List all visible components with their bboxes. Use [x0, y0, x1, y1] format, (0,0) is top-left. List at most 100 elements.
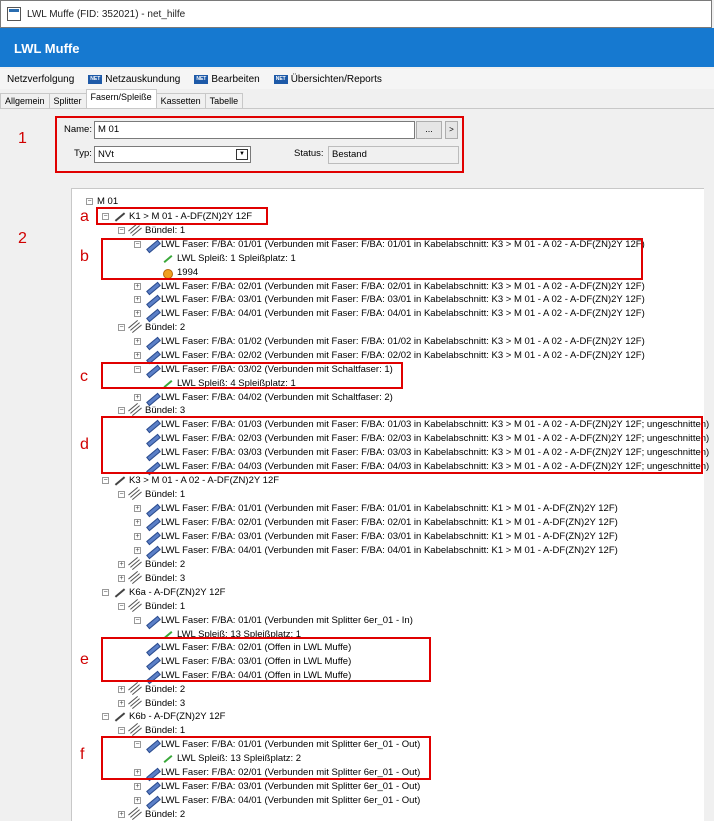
name-input[interactable]: M 01 [94, 121, 415, 139]
expand-icon[interactable]: + [134, 283, 141, 290]
tree-row[interactable]: + LWL Faser: F/BA: 04/01 (Verbunden mit F… [134, 307, 645, 320]
tree-row[interactable]: + Bündel: 2 [118, 558, 185, 571]
collapse-icon[interactable]: − [118, 491, 125, 498]
tree-row[interactable]: − K3 > M 01 - A 02 - A-DF(ZN)2Y 12F [102, 474, 279, 487]
collapse-icon[interactable]: − [118, 227, 125, 234]
annotation-marker-1: 1 [18, 130, 27, 147]
browse-button[interactable]: ... [416, 121, 442, 139]
expand-icon[interactable]: + [134, 533, 141, 540]
tree-row[interactable]: − Bündel: 1 [118, 600, 185, 613]
tree-row[interactable]: + LWL Faser: F/BA: 04/01 (Verbunden mit F… [134, 544, 618, 557]
net-icon: NET [88, 74, 103, 84]
tree-row-label: LWL Faser: F/BA: 04/01 (Verbunden mit Fa… [161, 545, 618, 556]
annotation-marker-d: d [80, 436, 89, 453]
tree-row[interactable]: + Bündel: 2 [118, 683, 185, 696]
tree-row-label: LWL Faser: F/BA: 01/02 (Verbunden mit Fa… [161, 336, 645, 347]
expand-icon[interactable]: + [134, 338, 141, 345]
tree-row[interactable]: + Bündel: 2 [118, 808, 185, 821]
fiber-icon [145, 781, 158, 792]
expand-icon[interactable]: + [134, 394, 141, 401]
tree-row-label: Bündel: 1 [145, 601, 186, 612]
expand-icon[interactable]: + [134, 296, 141, 303]
tree-row[interactable]: + LWL Faser: F/BA: 04/01 (Verbunden mit S… [134, 794, 420, 807]
collapse-icon[interactable]: − [102, 713, 109, 720]
expand-icon[interactable]: + [134, 547, 141, 554]
fiber-tree-view[interactable]: − M 01− K1 > M 01 - A-DF(ZN)2Y 12F − Bündel:… [71, 188, 709, 821]
tree-row-label: LWL Faser: F/BA: 04/01 (Verbunden mit Sp… [161, 795, 421, 806]
tree-row[interactable]: + LWL Faser: F/BA: 01/01 (Verbunden mit F… [134, 502, 618, 515]
tree-row[interactable]: + LWL Faser: F/BA: 03/01 (Verbunden mit F… [134, 530, 618, 543]
expand-icon[interactable]: + [134, 783, 141, 790]
fiber-icon [145, 392, 158, 403]
expand-icon[interactable]: + [134, 505, 141, 512]
collapse-icon[interactable]: − [118, 407, 125, 414]
tab-kassetten[interactable]: Kassetten [155, 93, 206, 108]
tab-splitter[interactable]: Splitter [48, 93, 87, 108]
tab-tabelle[interactable]: Tabelle [204, 93, 244, 108]
tree-row-label: Bündel: 2 [145, 322, 186, 333]
tree-row[interactable]: + LWL Faser: F/BA: 03/01 (Verbunden mit F… [134, 293, 645, 306]
expand-icon[interactable]: + [134, 797, 141, 804]
tree-row[interactable]: − K6a - A-DF(ZN)2Y 12F [102, 586, 225, 599]
expand-icon[interactable]: + [134, 519, 141, 526]
menu-netzauskundung-label: Netzauskundung [105, 73, 181, 85]
tree-row-label: LWL Faser: F/BA: 02/01 (Verbunden mit Fa… [161, 517, 618, 528]
bundle-icon [129, 725, 142, 736]
window-title: LWL Muffe (FID: 352021) - net_hilfe [27, 8, 186, 20]
menu-netzverfolgung[interactable]: Netzverfolgung [0, 74, 81, 85]
fiber-icon [145, 294, 158, 305]
tree-row[interactable]: + LWL Faser: F/BA: 02/02 (Verbunden mit F… [134, 349, 645, 362]
fiber-icon [145, 281, 158, 292]
tree-row-label: Bündel: 2 [145, 559, 186, 570]
tree-row[interactable]: + LWL Faser: F/BA: 01/02 (Verbunden mit F… [134, 335, 645, 348]
tree-row[interactable]: + LWL Faser: F/BA: 04/02 (Verbunden mit S… [134, 391, 393, 404]
expand-icon[interactable]: + [118, 575, 125, 582]
cable-icon [113, 587, 126, 598]
expand-icon[interactable]: + [118, 811, 125, 818]
annotation-marker-a: a [80, 208, 89, 225]
tree-row[interactable]: + Bündel: 3 [118, 697, 185, 710]
chevron-down-icon[interactable]: ▼ [236, 149, 248, 160]
collapse-icon[interactable]: − [86, 198, 93, 205]
expand-icon[interactable]: + [134, 310, 141, 317]
name-label: Name: [64, 124, 92, 135]
tree-row[interactable]: − Bündel: 1 [118, 488, 185, 501]
collapse-icon[interactable]: − [118, 324, 125, 331]
bundle-icon [129, 405, 142, 416]
menu-netzverfolgung-label: Netzverfolgung [7, 73, 75, 85]
navigate-button[interactable]: > [445, 121, 458, 139]
tree-row[interactable]: + LWL Faser: F/BA: 02/01 (Verbunden mit F… [134, 516, 618, 529]
menu-netzauskundung[interactable]: NET Netzauskundung [81, 74, 187, 85]
tree-row[interactable]: − Bündel: 1 [118, 224, 185, 237]
annotation-marker-c: c [80, 368, 88, 385]
tab-fasern-spleisse[interactable]: Fasern/Spleiße [85, 89, 157, 108]
tree-row[interactable]: − Bündel: 2 [118, 321, 185, 334]
bundle-icon [129, 322, 142, 333]
collapse-icon[interactable]: − [118, 603, 125, 610]
menu-uebersichten-reports[interactable]: NET Übersichten/Reports [267, 74, 389, 85]
fiber-icon [145, 517, 158, 528]
tree-row[interactable]: + LWL Faser: F/BA: 02/01 (Verbunden mit F… [134, 280, 645, 293]
typ-select-value: NVt [98, 149, 114, 160]
net-icon: NET [194, 74, 209, 84]
tree-row[interactable]: − K6b - A-DF(ZN)2Y 12F [102, 710, 225, 723]
menu-bearbeiten[interactable]: NET Bearbeiten [187, 74, 266, 85]
collapse-icon[interactable]: − [118, 727, 125, 734]
tree-row[interactable]: + Bündel: 3 [118, 572, 185, 585]
tree-row[interactable]: − LWL Faser: F/BA: 01/01 (Verbunden mit S… [134, 614, 413, 627]
tree-row-label: Bündel: 1 [145, 225, 186, 236]
fiber-icon [145, 531, 158, 542]
cable-icon [113, 475, 126, 486]
tree-row-label: LWL Faser: F/BA: 01/01 (Verbunden mit Fa… [161, 503, 618, 514]
expand-icon[interactable]: + [118, 686, 125, 693]
tab-allgemein[interactable]: Allgemein [0, 93, 50, 108]
collapse-icon[interactable]: − [102, 477, 109, 484]
typ-select[interactable]: NVt ▼ [94, 146, 251, 163]
tree-row[interactable]: + LWL Faser: F/BA: 03/01 (Verbunden mit S… [134, 780, 420, 793]
window-titlebar: LWL Muffe (FID: 352021) - net_hilfe [0, 0, 712, 28]
collapse-icon[interactable]: − [102, 589, 109, 596]
expand-icon[interactable]: + [118, 561, 125, 568]
expand-icon[interactable]: + [134, 352, 141, 359]
expand-icon[interactable]: + [118, 700, 125, 707]
collapse-icon[interactable]: − [134, 617, 141, 624]
